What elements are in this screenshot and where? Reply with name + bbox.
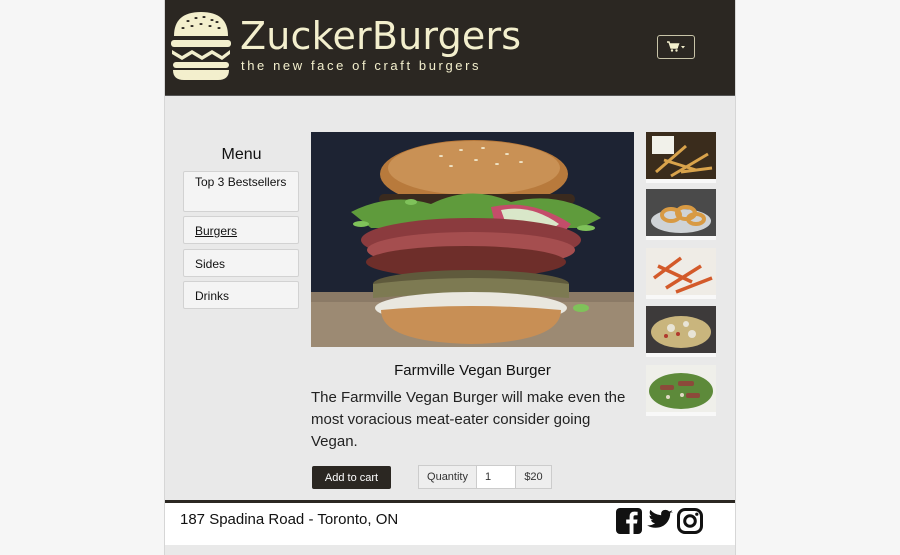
menu-item-sides[interactable]: Sides [183,249,299,277]
brand-name[interactable]: ZuckerBurgers [240,14,521,58]
add-to-cart-button[interactable]: Add to cart [312,466,391,489]
menu-item-top3[interactable]: Top 3 Bestsellers [183,171,299,212]
thumbnail-steak-salad[interactable] [646,365,716,416]
menu-item-burgers[interactable]: Burgers [183,216,299,244]
quantity-input[interactable] [476,465,516,489]
shopping-cart-icon [667,41,685,52]
quantity-group: Quantity $20 [418,465,552,489]
instagram-icon[interactable] [677,508,703,534]
menu-item-drinks[interactable]: Drinks [183,281,299,309]
menu-item-label: Burgers [195,224,238,238]
thumbnail-loaded-nachos[interactable] [646,306,716,357]
burger-logo-icon[interactable] [168,8,234,80]
product-description: The Farmville Vegan Burger will make eve… [311,389,626,450]
thumbnail-onion-rings[interactable] [646,189,716,240]
product-title: Farmville Vegan Burger [394,362,551,379]
menu-item-label: Drinks [195,289,230,303]
footer-address: 187 Spadina Road - Toronto, ON [180,511,399,528]
brand-tagline: the new face of craft burgers [241,58,482,73]
site-header: ZuckerBurgers the new face of craft burg… [165,0,735,96]
site-footer: 187 Spadina Road - Toronto, ON [165,500,735,545]
menu-title: Menu [221,146,262,163]
facebook-icon[interactable] [616,508,642,534]
page-container: ZuckerBurgers the new face of craft burg… [164,0,736,555]
thumbnail-fries[interactable] [646,132,716,183]
twitter-icon[interactable] [646,508,674,534]
thumbnail-sweet-potato-fries[interactable] [646,248,716,299]
quantity-label: Quantity [418,465,476,489]
product-image [311,132,634,347]
price-label: $20 [516,465,552,489]
menu-item-label: Top 3 Bestsellers [195,175,287,189]
cart-dropdown-button[interactable] [657,35,695,59]
chevron-down-icon [681,46,685,49]
menu-item-label: Sides [195,257,226,271]
